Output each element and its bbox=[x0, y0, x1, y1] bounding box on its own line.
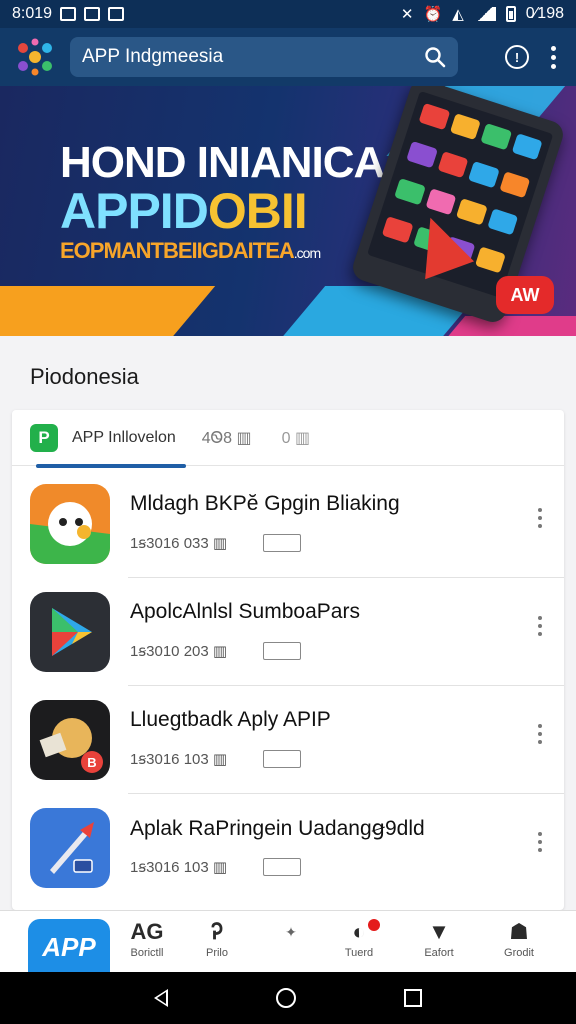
chat-app-icon bbox=[30, 484, 110, 564]
bottom-navigation: APP AG Borictll Ꭾ Prilo ✦ ◐ Tuerd ▼ Eafo… bbox=[0, 910, 576, 975]
category-tab-bar: P APP Inllovelon 4Ꮻ8 ▥ 0 ▥ bbox=[12, 410, 564, 468]
account-icon: ☗ bbox=[509, 919, 529, 944]
more-options-icon[interactable] bbox=[538, 508, 542, 528]
tools-app-icon bbox=[30, 808, 110, 888]
notification-dot bbox=[368, 919, 380, 931]
banner-tagline: EOPMANTBEIIGDAITEA.com bbox=[60, 238, 321, 263]
svg-text:B: B bbox=[87, 755, 96, 770]
app-list-card: P APP Inllovelon 4Ꮻ8 ▥ 0 ▥ Mldagh BKPĕ G… bbox=[12, 410, 564, 910]
nav-item-home[interactable]: AG Borictll bbox=[112, 917, 182, 971]
play-app-icon bbox=[30, 592, 110, 672]
search-input[interactable]: APP Indgmeesia bbox=[70, 37, 458, 77]
bookmark-icon: ▼ bbox=[428, 919, 450, 944]
size-icon bbox=[263, 858, 302, 876]
list-item[interactable]: Mldagh BKPĕ Gpgin Bliaking 1ꞩ3016 033 ▥ bbox=[12, 470, 564, 578]
tab-count-a[interactable]: 4Ꮻ8 ▥ bbox=[202, 428, 252, 448]
app-name: Aplak RaPringein Uadangꞡ9dld bbox=[130, 817, 425, 840]
search-icon[interactable] bbox=[424, 46, 446, 68]
size-icon bbox=[263, 534, 302, 552]
app-name: Mldagh BKPĕ Gpgin Bliaking bbox=[130, 492, 400, 515]
size-icon bbox=[263, 642, 302, 660]
id-icon bbox=[108, 7, 125, 21]
ag-icon: AG bbox=[130, 919, 164, 944]
tab-label[interactable]: APP Inllovelon bbox=[72, 429, 176, 447]
list-item[interactable]: Aplak RaPringein Uadangꞡ9dld 1ꞩ3016 103 … bbox=[12, 794, 564, 902]
nav-item-trend[interactable]: ◐ Tuerd bbox=[324, 917, 394, 971]
active-tab-indicator bbox=[36, 464, 186, 468]
star-icon: ✦ bbox=[285, 923, 297, 940]
app-meta: 1ꞩ3016 103 ▥ bbox=[130, 750, 302, 768]
banner-title: HOND INIANICA bbox=[60, 138, 385, 187]
list-item[interactable]: ApolcAlnlsl SumboaPars 1ꞩ3010 203 ▥ bbox=[12, 578, 564, 686]
profile-icon: Ꭾ bbox=[211, 919, 223, 944]
tab-count-b[interactable]: 0 ▥ bbox=[282, 428, 310, 448]
app-name: ApolcAlnlsl SumboaPars bbox=[130, 600, 360, 623]
section-title: Piodonesia bbox=[30, 364, 139, 389]
nav-item-profile[interactable]: Ꭾ Prilo bbox=[182, 917, 252, 971]
category-logo-icon: P bbox=[30, 423, 58, 452]
list-item[interactable]: B Lluegtbadk Aply APIP 1ꞩ3016 103 ▥ bbox=[12, 686, 564, 794]
app-meta: 1ꞩ3016 103 ▥ bbox=[130, 858, 302, 876]
size-icon bbox=[263, 750, 302, 768]
status-bar: 8:019 ✕ ⏰ ◭ 0⁄198 bbox=[0, 0, 576, 28]
trend-icon: ◐ bbox=[352, 919, 366, 944]
wifi-icon: ◭ bbox=[452, 5, 464, 23]
search-text: APP Indgmeesia bbox=[82, 46, 224, 67]
info-icon[interactable]: ! bbox=[505, 45, 529, 69]
banner-badge: AW bbox=[496, 276, 554, 314]
image-icon bbox=[60, 7, 77, 21]
more-options-icon[interactable] bbox=[538, 616, 542, 636]
paint-app-icon: B bbox=[30, 700, 110, 780]
battery-text: 0⁄198 bbox=[525, 5, 564, 22]
app-meta: 1ꞩ3016 033 ▥ bbox=[130, 534, 302, 552]
app-logo[interactable] bbox=[14, 36, 56, 78]
more-options-icon[interactable] bbox=[538, 724, 542, 744]
more-vert-icon[interactable] bbox=[551, 45, 556, 69]
nav-item-star[interactable]: ✦ bbox=[256, 917, 326, 971]
promo-banner[interactable]: HOND INIANICA APPIDOBII EOPMANTBEIIGDAIT… bbox=[0, 86, 576, 336]
mute-icon: ✕ bbox=[400, 5, 414, 23]
banner-subtitle: APPIDOBII bbox=[60, 183, 308, 239]
nav-app-button[interactable]: APP bbox=[28, 919, 110, 975]
nav-item-effort[interactable]: ▼ Eafort bbox=[404, 917, 474, 971]
home-icon[interactable] bbox=[276, 988, 296, 1008]
clock: 8:019 bbox=[12, 5, 53, 22]
system-navigation-bar bbox=[0, 972, 576, 1024]
app-bar: APP Indgmeesia ! bbox=[0, 28, 576, 86]
signal-icon bbox=[473, 7, 496, 21]
back-icon[interactable] bbox=[154, 989, 168, 1007]
battery-icon bbox=[505, 6, 516, 22]
recent-apps-icon[interactable] bbox=[404, 989, 422, 1007]
nav-item-credit[interactable]: ☗ Grodit bbox=[484, 917, 554, 971]
alarm-icon: ⏰ bbox=[423, 5, 443, 23]
more-options-icon[interactable] bbox=[538, 832, 542, 852]
app-meta: 1ꞩ3010 203 ▥ bbox=[130, 642, 302, 660]
app-name: Lluegtbadk Aply APIP bbox=[130, 708, 331, 731]
check-icon bbox=[84, 7, 101, 21]
